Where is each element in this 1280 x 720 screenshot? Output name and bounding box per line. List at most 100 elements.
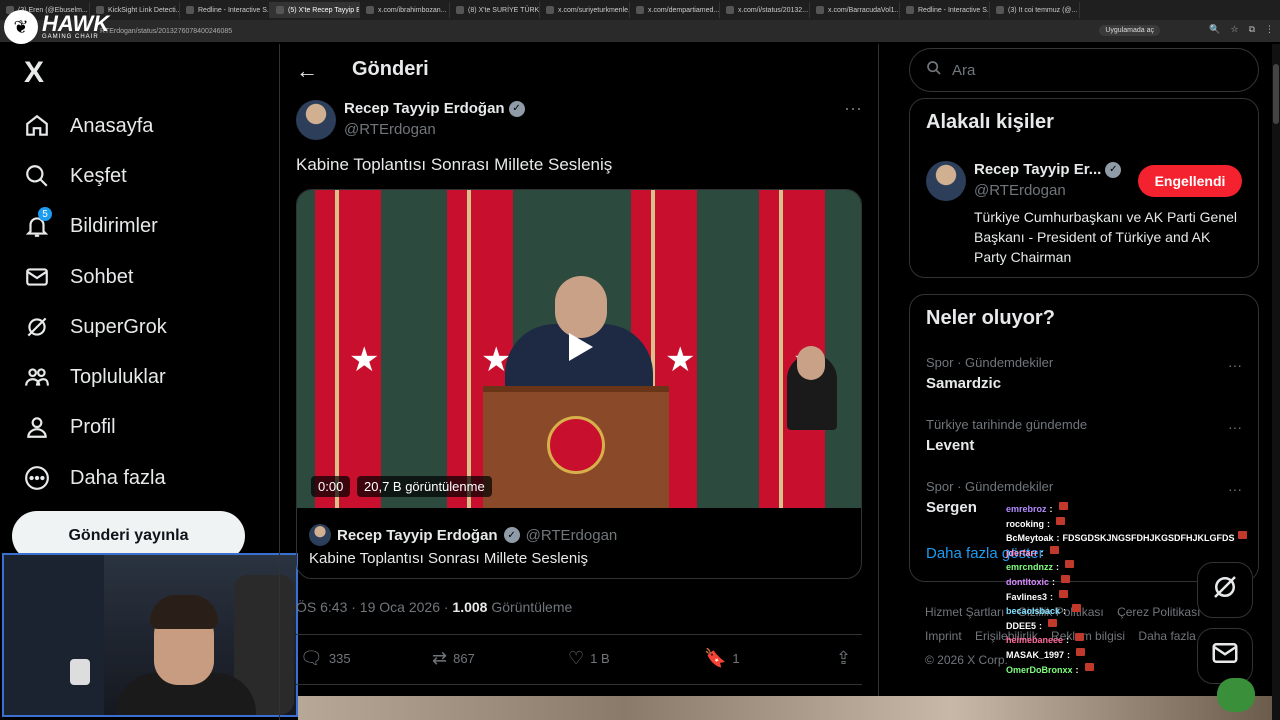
tab-label: x.com/dempartiamed... [648, 6, 720, 14]
chat-username[interactable]: OmerDoBronxx [1006, 663, 1073, 678]
zoom-icon[interactable]: 🔍 [1209, 24, 1220, 35]
author-name-text[interactable]: Recep Tayyip Erdoğan [344, 100, 505, 117]
author-avatar[interactable] [296, 100, 336, 140]
related-name[interactable]: Recep Tayyip Er... ✓ [974, 161, 1122, 178]
person-icon [24, 414, 50, 440]
browser-tab[interactable]: x.com/i/status/20132... [720, 2, 810, 18]
presidential-seal [547, 416, 605, 474]
more-options-icon[interactable]: ··· [844, 98, 862, 119]
author-handle[interactable]: @RTErdogan [344, 121, 436, 138]
trend-name[interactable]: Sergen [926, 499, 977, 516]
trend-name[interactable]: Samardzic [926, 375, 1001, 392]
chat-username[interactable]: emrcndnzz [1006, 560, 1053, 575]
chat-username[interactable]: jderfarr [1006, 546, 1038, 561]
share-icon: ⇪ [836, 648, 852, 668]
browser-tab[interactable]: x.com/suriyeturkmenle... [540, 2, 630, 18]
trend-more-icon[interactable]: ··· [1228, 419, 1242, 435]
tab-label: x.com/ibrahimbozan... [378, 6, 447, 14]
chat-separator: : [1056, 562, 1060, 573]
related-name-text[interactable]: Recep Tayyip Er... [974, 161, 1101, 178]
chat-username[interactable]: MASAK_1997 [1006, 648, 1064, 663]
tab-favicon-icon [276, 6, 284, 14]
nav-explore[interactable]: Keşfet [24, 159, 127, 193]
video-card[interactable]: ★ ★ ★ ★ 0:00 20,7 B görüntülenme Recep T… [296, 189, 862, 579]
quote-header[interactable]: Recep Tayyip Erdoğan ✓ @RTErdogan [309, 524, 617, 546]
bookmark-button[interactable]: 🔖 1 [704, 648, 740, 669]
chat-emote-icon [1048, 618, 1058, 627]
footer-link[interactable]: Hizmet Şartları [925, 605, 1004, 619]
nav-profile[interactable]: Profil [24, 410, 116, 444]
browser-tab[interactable]: (8) X'te SURİYE TÜRKM... [450, 2, 540, 18]
hawk-logo-overlay: ❦ HAWK GAMING CHAIR [4, 10, 109, 44]
menu-icon[interactable]: ⋮ [1265, 24, 1274, 35]
chat-emote-icon [1076, 647, 1086, 656]
tab-favicon-icon [906, 6, 914, 14]
quote-author-name: Recep Tayyip Erdoğan [337, 526, 498, 544]
verified-badge-icon: ✓ [508, 100, 525, 117]
grok-icon [24, 314, 50, 340]
reply-button[interactable]: 🗨 335 [300, 648, 351, 669]
repost-button[interactable]: ⇄ 867 [432, 648, 475, 669]
like-button[interactable]: ♡ 1 B [568, 648, 610, 669]
chat-username[interactable]: emrebroz [1006, 502, 1047, 517]
tweet-meta: ÖS 6:43 · 19 Oca 2026 · 1.008 Görüntülem… [296, 599, 572, 615]
related-handle[interactable]: @RTErdogan [974, 182, 1066, 199]
reply-icon: 🗨 [300, 648, 323, 668]
chat-username[interactable]: BcMeytoak [1006, 531, 1054, 546]
chat-username[interactable]: rocoking [1006, 517, 1044, 532]
sign-language-interpreter-head [797, 346, 825, 380]
trend-more-icon[interactable]: ··· [1228, 481, 1242, 497]
panel-title: Neler oluyor? [926, 307, 1055, 329]
extensions-icon[interactable]: ⧉ [1249, 24, 1255, 35]
webcam-wall [4, 555, 104, 715]
chat-username[interactable]: becaolsback [1006, 604, 1060, 619]
chat-message: dontltoxic: [1006, 574, 1256, 590]
browser-tab[interactable]: Redline - Interactive S... [900, 2, 990, 18]
browser-tab[interactable]: x.com/BarracudaVol1... [810, 2, 900, 18]
browser-tab[interactable]: (5) X'te Recep Tayyip E... [270, 2, 360, 18]
browser-tab[interactable]: x.com/ibrahimbozan... [360, 2, 450, 18]
chat-username[interactable]: heimebaneee [1006, 633, 1063, 648]
blocked-button[interactable]: Engellendi [1138, 165, 1242, 197]
author-name[interactable]: Recep Tayyip Erdoğan ✓ [344, 100, 525, 117]
nav-notifications[interactable]: 5 Bildirimler [24, 207, 158, 243]
hawk-brand: HAWK [42, 11, 110, 36]
chat-username[interactable]: dontltoxic [1006, 575, 1049, 590]
nav-supergrok[interactable]: SuperGrok [24, 310, 167, 344]
address-url[interactable]: RTErdogan/status/2013276078400246085 [100, 28, 232, 35]
video-player[interactable]: ★ ★ ★ ★ 0:00 20,7 B görüntülenme [297, 190, 861, 508]
open-in-app-button[interactable]: Uygulamada aç [1099, 25, 1160, 36]
related-avatar[interactable] [926, 161, 966, 201]
trend-more-icon[interactable]: ··· [1228, 357, 1242, 373]
address-bar[interactable]: RTErdogan/status/2013276078400246085 [0, 20, 1280, 42]
chat-username[interactable]: DDEE5 [1006, 619, 1036, 634]
browser-tab[interactable]: (3) It coi temmuz (@... [990, 2, 1080, 18]
tweet-timestamp[interactable]: ÖS 6:43 · 19 Oca 2026 · [296, 599, 449, 615]
heart-icon: ♡ [568, 648, 585, 668]
share-button[interactable]: ⇪ [836, 648, 851, 669]
browser-tab[interactable]: Redline - Interactive S... [180, 2, 270, 18]
chat-message: Favlines3: [1006, 589, 1256, 605]
trend-name[interactable]: Levent [926, 437, 974, 454]
nav-home[interactable]: Anasayfa [24, 109, 153, 143]
bookmark-count: 1 [732, 651, 740, 666]
webcam-person-hair [150, 595, 218, 629]
nav-communities[interactable]: Topluluklar [24, 360, 166, 394]
nav-label: Keşfet [70, 164, 127, 187]
back-arrow-icon[interactable]: ← [296, 58, 318, 84]
page-scrollbar[interactable] [1272, 44, 1280, 720]
chat-separator: : [1075, 664, 1079, 675]
nav-label: Topluluklar [70, 365, 166, 388]
scrollbar-thumb[interactable] [1273, 64, 1279, 124]
nav-more[interactable]: Daha fazla [24, 461, 166, 495]
footer-link[interactable]: Imprint [925, 629, 962, 643]
nav-messages[interactable]: Sohbet [24, 260, 133, 294]
search-input[interactable]: Ara [909, 48, 1259, 92]
stream-widget-icon [1217, 678, 1255, 712]
x-logo-icon[interactable]: X [24, 56, 44, 90]
browser-tab[interactable]: x.com/dempartiamed... [630, 2, 720, 18]
chat-message: BcMeytoak: FDSGDSKJNGSFDHJKGSDFHJKLGFDS [1006, 531, 1256, 546]
chat-username[interactable]: Favlines3 [1006, 590, 1047, 605]
play-icon[interactable] [569, 333, 593, 361]
star-icon[interactable]: ☆ [1230, 24, 1238, 35]
